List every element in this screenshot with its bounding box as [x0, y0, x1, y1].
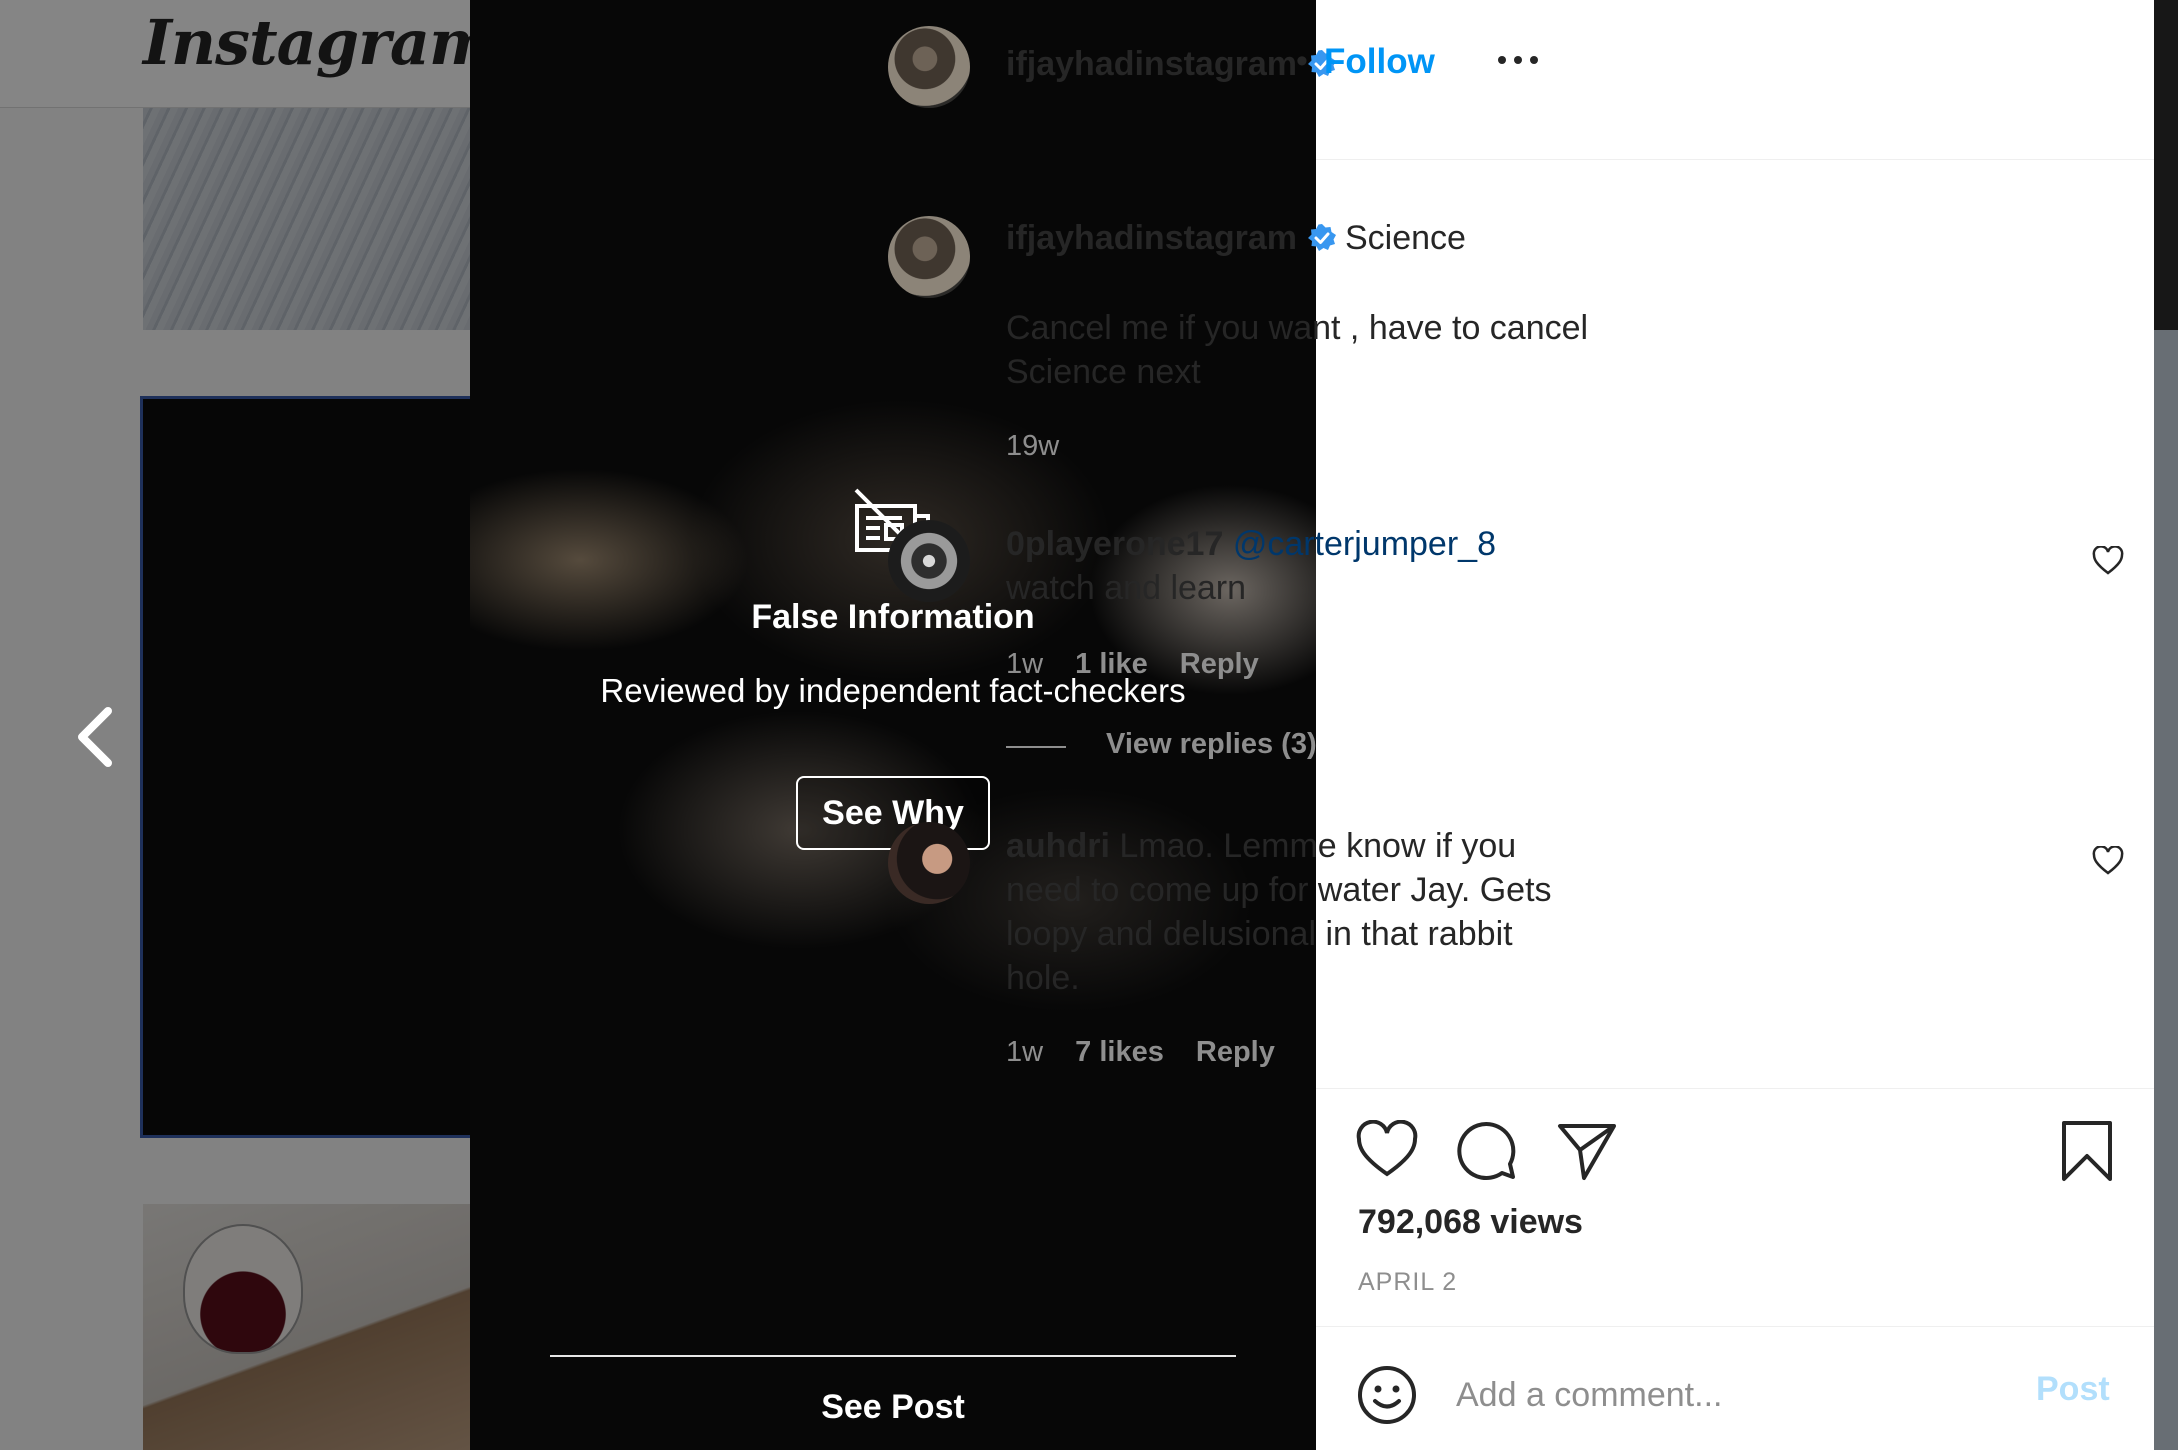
chevron-left-icon[interactable] — [70, 705, 120, 769]
caption-avatar[interactable] — [888, 216, 970, 298]
heart-icon[interactable] — [2092, 546, 2124, 576]
comment-mention[interactable]: @carterjumper_8 — [1233, 525, 1496, 563]
caption-text: Cancel me if you want , have to cancel S… — [1006, 309, 1589, 391]
bookmark-icon[interactable] — [2056, 1120, 2118, 1182]
comment-timestamp[interactable]: 1w — [1006, 648, 1043, 680]
view-replies-label[interactable]: View replies (3) — [1106, 728, 1317, 760]
header-username-text[interactable]: ifjayhadinstagram — [1006, 45, 1297, 83]
reply-button[interactable]: Reply — [1180, 648, 1259, 680]
follow-button[interactable]: Follow — [1324, 42, 1435, 82]
comment-text: watch and learn — [1006, 569, 1247, 607]
header-username[interactable]: ifjayhadinstagram — [1006, 45, 1337, 84]
comment-timestamp[interactable]: 1w — [1006, 1036, 1043, 1068]
view-replies-button[interactable]: View replies (3) — [1106, 728, 1317, 761]
author-avatar[interactable] — [888, 26, 970, 108]
comment-input[interactable] — [1456, 1370, 1996, 1420]
comment-body: 0playerone17 @carterjumper_8 watch and l… — [1006, 522, 1566, 610]
comment-avatar[interactable] — [888, 822, 970, 904]
see-post-button[interactable]: See Post — [470, 1388, 1316, 1427]
comment-icon[interactable] — [1456, 1120, 1518, 1182]
share-icon[interactable] — [1556, 1120, 1618, 1182]
replies-line — [1006, 746, 1066, 748]
comment-meta: 1w 1 like Reply — [1006, 648, 1259, 681]
comment-username[interactable]: auhdri — [1006, 827, 1110, 865]
comment-likes[interactable]: 7 likes — [1075, 1036, 1164, 1068]
caption-timestamp[interactable]: 19w — [1006, 430, 1059, 463]
caption-header: ifjayhadinstagram Science — [1006, 216, 1566, 260]
divider — [550, 1355, 1236, 1357]
heart-icon[interactable] — [2092, 846, 2124, 876]
post-date[interactable]: APRIL 2 — [1358, 1268, 1457, 1297]
heart-icon[interactable] — [1356, 1120, 1418, 1182]
reply-button[interactable]: Reply — [1196, 1036, 1275, 1068]
view-count[interactable]: 792,068 views — [1358, 1203, 1583, 1242]
comment-username[interactable]: 0playerone17 — [1006, 525, 1223, 563]
verified-badge-icon — [1307, 224, 1336, 251]
more-icon[interactable] — [1494, 50, 1542, 70]
comment-likes[interactable]: 1 like — [1075, 648, 1148, 680]
comment-avatar[interactable] — [888, 520, 970, 602]
comment-body: auhdri Lmao. Lemme know if you need to c… — [1006, 824, 1586, 1000]
emoji-icon[interactable] — [1356, 1364, 1418, 1426]
caption-tag: Science — [1344, 219, 1466, 257]
comment-meta: 1w 7 likes Reply — [1006, 1036, 1275, 1069]
post-comment-button[interactable]: Post — [2036, 1370, 2110, 1409]
separator-dot: • — [1296, 42, 1308, 80]
caption-username[interactable]: ifjayhadinstagram — [1006, 219, 1297, 257]
post-header — [1316, 0, 2154, 160]
